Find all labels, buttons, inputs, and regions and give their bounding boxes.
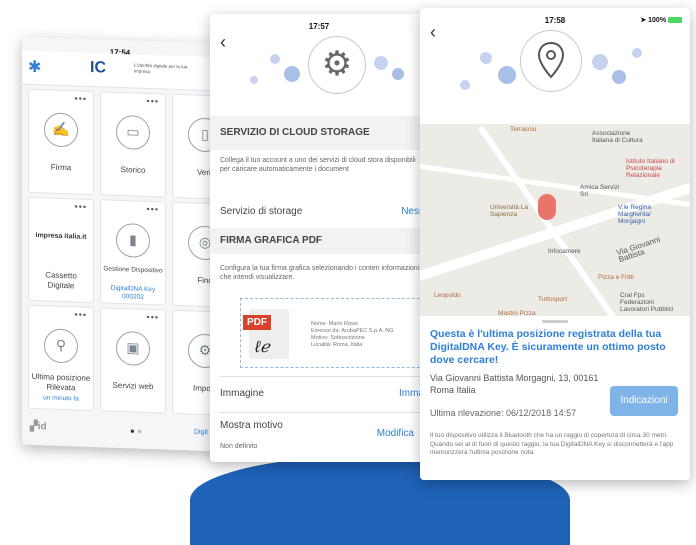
map-label: Pizza e Fritti (598, 274, 634, 281)
tile-firma[interactable]: ••• ✍ Firma (28, 88, 94, 196)
image-label: Immagine (220, 388, 264, 399)
footer-logo-text: id (37, 421, 47, 433)
settings-gear-icon: ⚙ (308, 36, 366, 94)
bluetooth-icon[interactable]: ✱ (28, 57, 41, 77)
brand-logo: IC (90, 58, 106, 77)
location-pin-icon (520, 30, 582, 92)
more-icon[interactable]: ••• (147, 312, 159, 322)
web-icon: ▣ (116, 330, 150, 367)
tile-sub: DigitalDNA Key 000202 (110, 284, 156, 301)
bluetooth-footnote: Il tuo dispositivo utilizza il Bluetooth… (430, 432, 674, 456)
map-label: Cral Fps Federazioni Lavoratori Pubblici (620, 292, 674, 313)
device-icon: ▮ (116, 222, 150, 259)
tile-gestione[interactable]: ••• ▮ Gestione Dispositivo DigitalDNA Key 0… (100, 199, 166, 306)
battery-percent: 100% (648, 17, 667, 24)
tile-storico[interactable]: ••• ▭ Storico (100, 91, 166, 198)
map-view[interactable]: Terracciu Associazione Italiana di Cultu… (420, 124, 690, 328)
image-row[interactable]: Immagine Imma (220, 388, 428, 399)
more-icon[interactable]: ••• (75, 201, 87, 211)
footer-logo: ▞id (30, 421, 47, 433)
sign-description: Configura la tua firma grafica seleziona… (220, 265, 420, 281)
pdf-meta-line: Nome: Mario Rossi (311, 321, 358, 327)
tile-label: Gestione Dispositivo (103, 265, 163, 275)
signature-scribble-icon: ℓℯ (255, 339, 270, 356)
map-marker-icon (538, 194, 556, 220)
map-label: Terracciu (510, 126, 537, 133)
status-bar: 17:57 (210, 14, 428, 36)
brand-tagline: L'identità digitale per la tua impresa (134, 62, 188, 75)
tile-posizione[interactable]: ••• ⚲ Ultima posizione Rilevata un minuto f… (28, 304, 94, 412)
page-indicator: ● ● (130, 426, 142, 436)
more-icon[interactable]: ••• (147, 96, 159, 106)
storage-row[interactable]: Servizio di storage Ness (220, 206, 428, 217)
tile-cassetto[interactable]: ••• impresa italia.it Cassetto Digitale (28, 196, 94, 304)
tile-servizi-web[interactable]: ••• ▣ Servizi web (100, 307, 166, 414)
cloud-section-title: SERVIZIO DI CLOUD STORAGE (210, 116, 428, 150)
tile-label: Ultima posizione Rilevata (31, 371, 91, 393)
last-seen-text: Ultima rilevazione: 06/12/2018 14:57 (430, 408, 577, 418)
info-card: Questa è l'ultima posizione registrata d… (420, 316, 690, 480)
pdf-meta-line: Località: Roma, Italia (311, 342, 363, 348)
archive-icon: ▭ (116, 114, 150, 151)
motivo-edit-link[interactable]: Modifica (377, 428, 414, 439)
map-label: Università La Sapienza (490, 204, 528, 218)
map-label: Infocamere (548, 248, 581, 255)
location-pin-icon: ⚲ (44, 328, 78, 364)
motivo-label: Mostra motivo (220, 420, 283, 431)
more-icon[interactable]: ••• (75, 309, 87, 319)
status-bar: 17:58 ➤ 100% (420, 8, 690, 30)
tile-label: Firma (50, 162, 72, 173)
map-label: Istituto Italiano di Psicoterapia Relazi… (626, 158, 675, 179)
pdf-badge: PDF (243, 315, 271, 330)
cloud-description: Collega il tuo account a uno dei servizi… (220, 157, 416, 173)
map-label: Associazione Italiana di Cultura (592, 130, 643, 144)
tile-sub: un minuto fa (43, 394, 79, 403)
more-icon[interactable]: ••• (75, 93, 87, 103)
tile-label: Servizi web (112, 380, 154, 392)
signature-icon: ✍ (44, 112, 78, 148)
impresa-italia-logo: impresa italia.it (35, 232, 87, 241)
footer-logo-glyph: ▞ (30, 420, 38, 433)
card-handle[interactable] (542, 320, 568, 323)
address-text: Via Giovanni Battista Morgagni, 13, 0016… (430, 373, 599, 395)
back-icon[interactable]: ‹ (220, 32, 226, 53)
map-label: Amica Servizi Srl (580, 184, 620, 198)
pdf-icon: PDF ℓℯ (243, 309, 289, 359)
tile-label: Storico (120, 165, 146, 175)
pdf-meta: Nome: Mario Rossi Emesso da: ArubaPEC S.… (311, 321, 394, 349)
more-icon[interactable]: ••• (147, 204, 159, 214)
tile-label: Cassetto Digitale (45, 270, 77, 291)
app-header: ✱ IC L'identità digitale per la tua impr… (22, 50, 218, 92)
motivo-sub: Non definito (220, 443, 258, 450)
pdf-meta-line: Emesso da: ArubaPEC S.p.A. NG (311, 328, 394, 334)
pdf-meta-line: Motivo: Sottoscrizione (311, 335, 365, 341)
phone-settings: 17:57 ‹ ⚙ SERVIZIO DI CLOUD STORAGE Coll… (210, 14, 428, 462)
storage-label: Servizio di storage (220, 206, 303, 217)
motivo-row[interactable]: Mostra motivo Modifica (220, 420, 428, 439)
map-label: Tuttosport (538, 296, 568, 303)
footer-link[interactable]: Digit (194, 429, 208, 436)
phone-home: 17:54 ✱ IC L'identità digitale per la tu… (22, 36, 218, 452)
sign-section-title: FIRMA GRAFICA PDF (210, 228, 428, 254)
directions-button[interactable]: Indicazioni (610, 386, 678, 416)
back-icon[interactable]: ‹ (430, 22, 436, 43)
location-headline: Questa è l'ultima posizione registrata d… (430, 328, 666, 366)
map-label: Via Giovanni Battista (615, 234, 662, 265)
map-label: V.le Regina Margherita/ Morgagni (618, 204, 652, 225)
signature-preview[interactable]: PDF ℓℯ Nome: Mario Rossi Emesso da: Arub… (240, 298, 428, 368)
phone-location: 17:58 ➤ 100% ‹ Terracciu Associazione Ita… (420, 8, 690, 480)
battery-status: ➤ 100% (640, 16, 682, 24)
map-label: Leopoldo (434, 292, 461, 299)
status-time: 17:57 (308, 22, 330, 31)
